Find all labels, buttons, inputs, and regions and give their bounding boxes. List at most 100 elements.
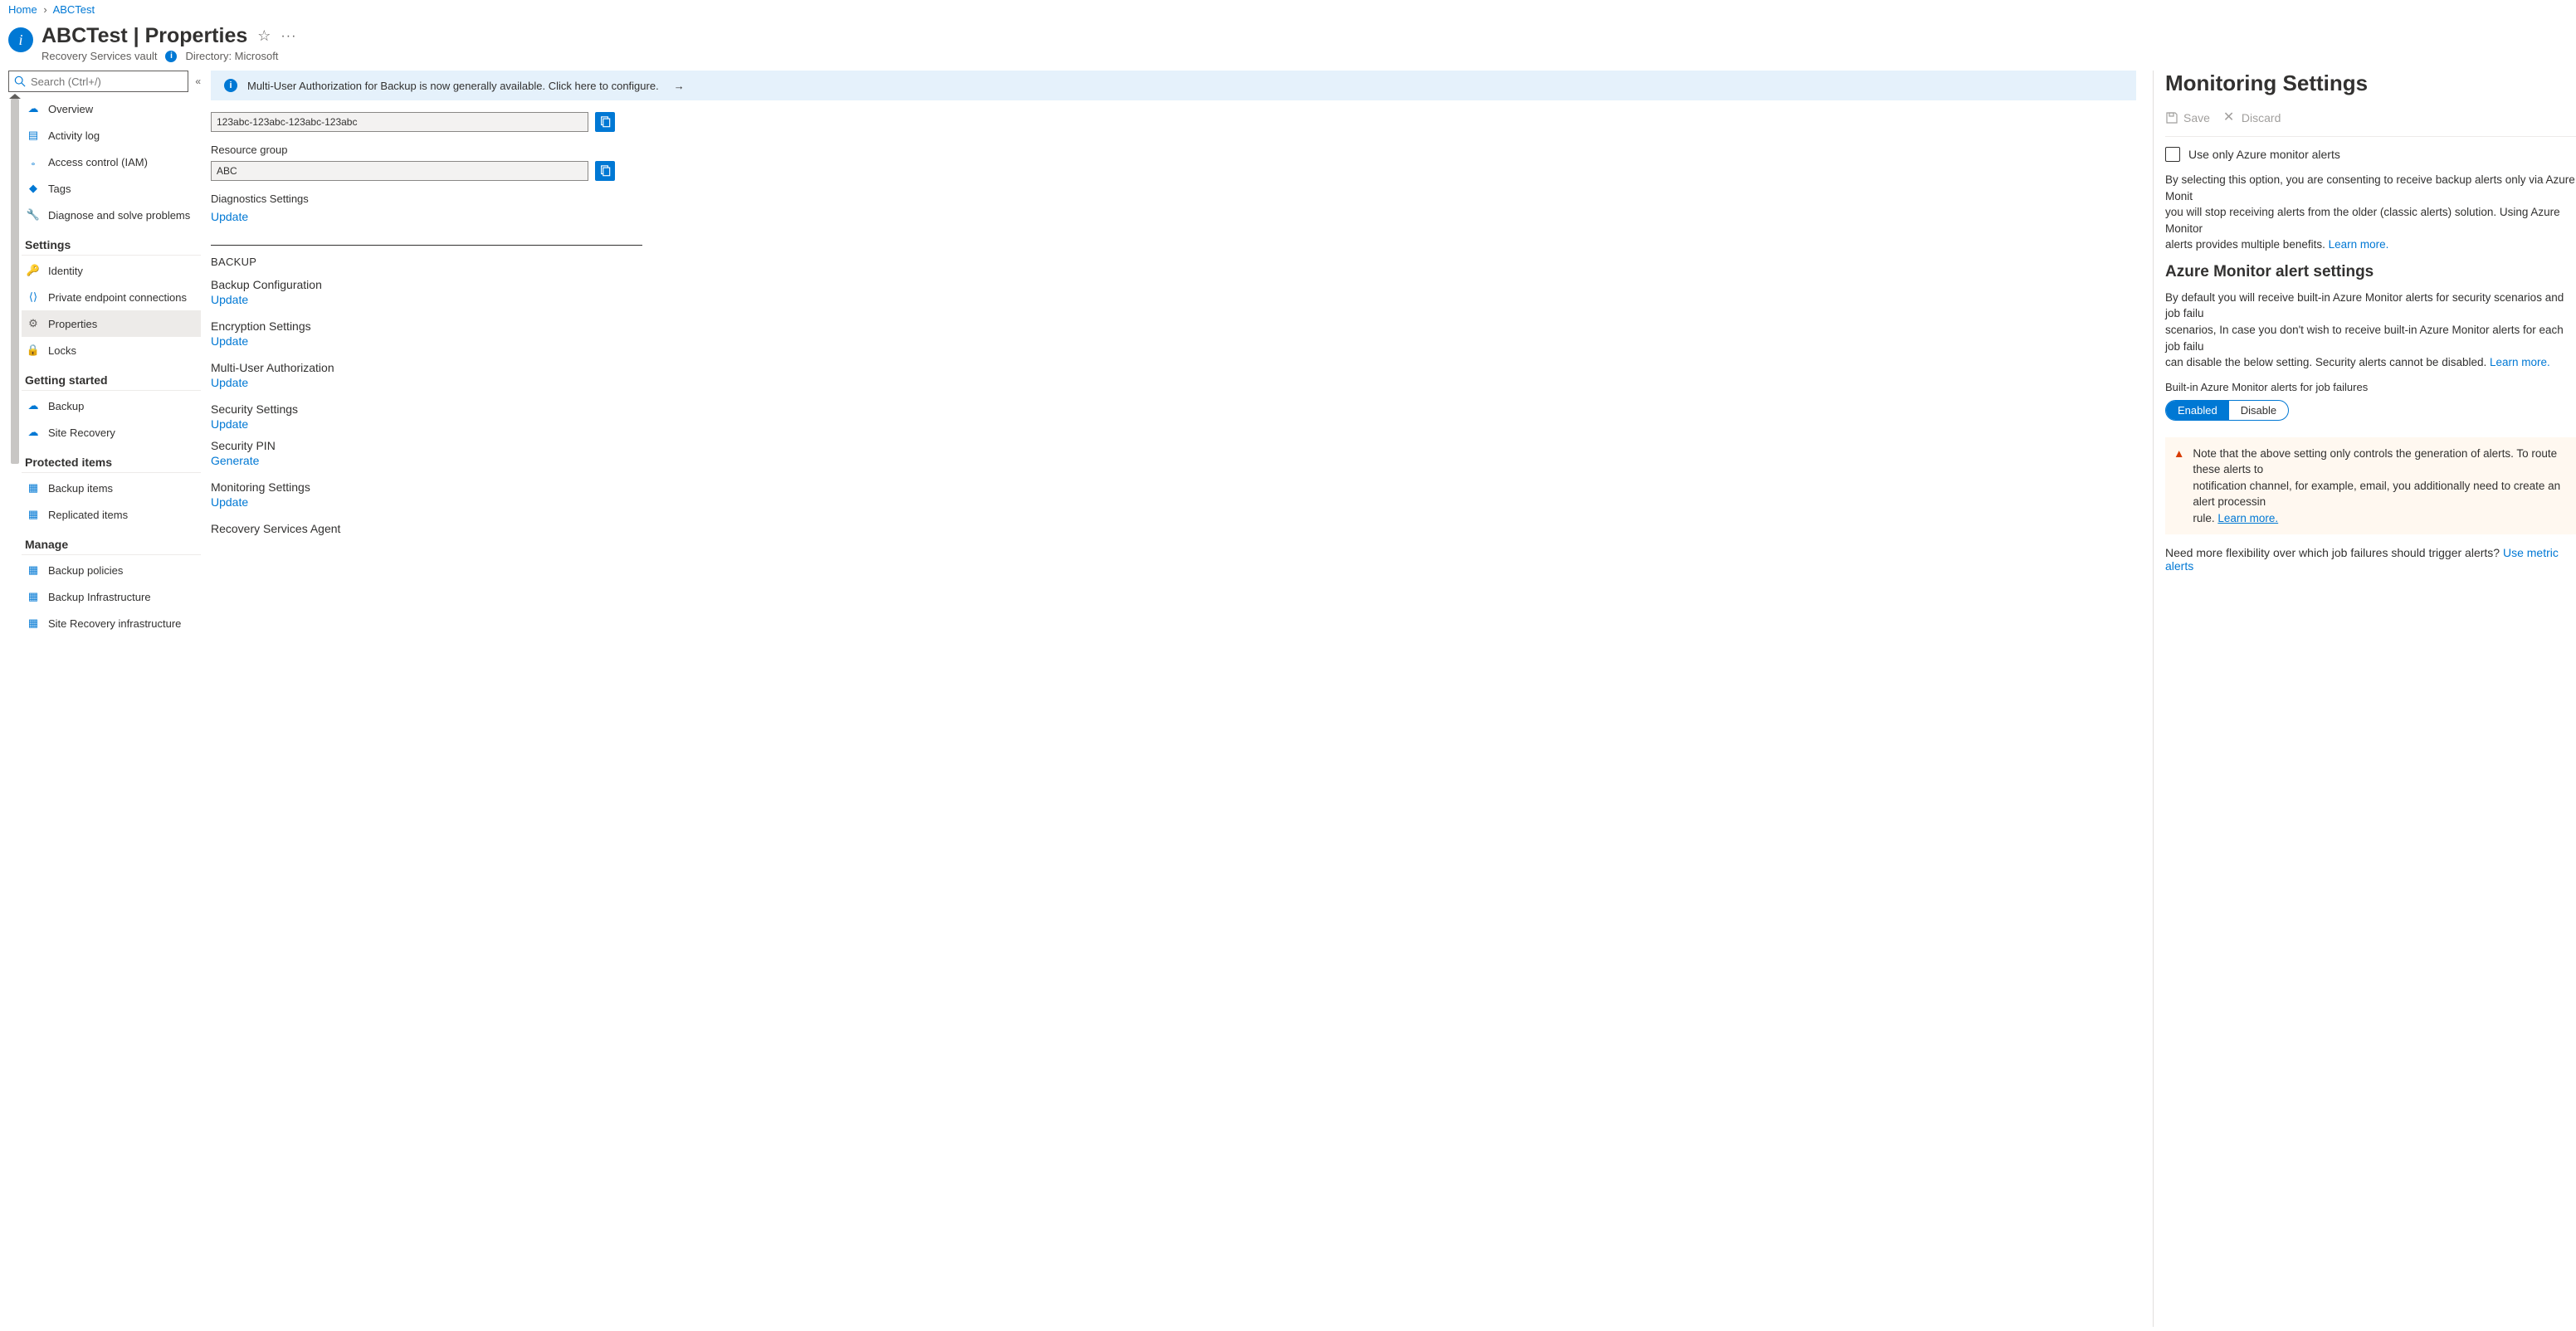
nav-replicated-items[interactable]: ▦ Replicated items — [22, 501, 201, 528]
panel-subheading: Azure Monitor alert settings — [2165, 263, 2576, 281]
nav-label: Backup — [48, 400, 84, 412]
panel-paragraph: By selecting this option, you are consen… — [2165, 172, 2576, 253]
info-banner[interactable]: i Multi-User Authorization for Backup is… — [211, 71, 2136, 100]
grid-icon: ▦ — [27, 508, 40, 521]
nav-label: Backup items — [48, 482, 113, 495]
nav-access-control[interactable]: ૰ Access control (IAM) — [22, 149, 201, 175]
content-pane: i Multi-User Authorization for Backup is… — [207, 71, 2153, 1327]
section-protected-items: Protected items — [22, 446, 201, 473]
prop-name: Recovery Services Agent — [211, 522, 2136, 535]
resource-type-label: Recovery Services vault — [41, 50, 157, 62]
info-icon: i — [224, 79, 237, 92]
metric-alerts-hint: Need more flexibility over which job fai… — [2165, 546, 2576, 573]
collapse-sidebar-icon[interactable]: « — [195, 76, 201, 87]
lock-icon: 🔒 — [27, 344, 40, 357]
vault-info-icon: i — [8, 27, 33, 52]
warning-note: ▲ Note that the above setting only contr… — [2165, 437, 2576, 535]
nav-diagnose[interactable]: 🔧Diagnose and solve problems — [22, 202, 201, 228]
nav-label: Locks — [48, 344, 76, 357]
prop-encryption: Encryption Settings Update — [211, 319, 2136, 348]
discard-button[interactable]: ✕ Discard — [2223, 111, 2281, 124]
nav-backup[interactable]: ☁Backup — [22, 392, 201, 419]
more-menu-icon[interactable]: ··· — [281, 29, 296, 44]
favorite-star-icon[interactable]: ☆ — [257, 27, 271, 45]
panel-title: Monitoring Settings — [2165, 71, 2576, 96]
sidebar-search[interactable] — [8, 71, 188, 92]
sidebar-scrollbar[interactable] — [8, 95, 22, 636]
prop-action-link[interactable]: Update — [211, 417, 248, 431]
search-input[interactable] — [31, 76, 183, 88]
breadcrumb-current[interactable]: ABCTest — [53, 3, 95, 16]
prop-action-link[interactable]: Update — [211, 334, 248, 348]
nav-label: Access control (IAM) — [48, 156, 148, 168]
section-manage: Manage — [22, 528, 201, 555]
diagnostics-update-link[interactable]: Update — [211, 210, 248, 223]
prop-backup-config: Backup Configuration Update — [211, 278, 2136, 306]
job-failure-alerts-toggle[interactable]: Enabled Disable — [2165, 400, 2289, 421]
people-icon: ૰ — [27, 155, 40, 168]
nav-label: Properties — [48, 318, 97, 330]
nav-properties[interactable]: ⚙Properties — [22, 310, 201, 337]
nav-label: Site Recovery infrastructure — [48, 617, 181, 630]
nav-overview[interactable]: ☁Overview — [22, 95, 201, 122]
grid-icon: ▦ — [27, 481, 40, 495]
prop-action-link[interactable]: Generate — [211, 454, 259, 467]
diagnostics-label: Diagnostics Settings — [211, 193, 2136, 205]
prop-rsa: Recovery Services Agent — [211, 522, 2136, 535]
search-icon — [14, 76, 26, 87]
page-header: i ABCTest | Properties ☆ ··· Recovery Se… — [0, 17, 2576, 71]
prop-security-settings: Security Settings Update — [211, 402, 2136, 431]
use-only-amon-checkbox[interactable] — [2165, 147, 2180, 162]
toggle-disable[interactable]: Disable — [2229, 401, 2288, 420]
nav-label: Private endpoint connections — [48, 291, 187, 304]
nav-label: Backup policies — [48, 564, 123, 577]
resource-id-field[interactable]: 123abc-123abc-123abc-123abc — [211, 112, 588, 132]
prop-action-link[interactable]: Update — [211, 495, 248, 509]
toggle-enabled[interactable]: Enabled — [2166, 401, 2229, 420]
nav-backup-policies[interactable]: ▦Backup policies — [22, 557, 201, 583]
learn-more-link[interactable]: Learn more. — [2217, 512, 2278, 524]
nav-backup-infra[interactable]: ▦ Backup Infrastructure — [22, 583, 201, 610]
prop-action-link[interactable]: Update — [211, 293, 248, 306]
cloud-icon: ☁ — [27, 102, 40, 115]
prop-name: Encryption Settings — [211, 319, 2136, 333]
toggle-label: Built-in Azure Monitor alerts for job fa… — [2165, 381, 2576, 393]
nav-private-endpoint[interactable]: ⟨⟩Private endpoint connections — [22, 284, 201, 310]
copy-button[interactable] — [595, 112, 615, 132]
nav-locks[interactable]: 🔒 Locks — [22, 337, 201, 363]
prop-action-link[interactable]: Update — [211, 376, 248, 389]
save-button[interactable]: Save — [2165, 111, 2210, 124]
nav-label: Identity — [48, 265, 83, 277]
learn-more-link[interactable]: Learn more. — [2329, 238, 2389, 251]
warning-icon: ▲ — [2174, 446, 2184, 527]
copy-icon — [599, 116, 611, 128]
breadcrumb-home[interactable]: Home — [8, 3, 37, 16]
prop-name: Security PIN — [211, 439, 2136, 452]
resource-group-field[interactable]: ABC — [211, 161, 588, 181]
prop-security-pin: Security PIN Generate — [211, 439, 2136, 467]
copy-button[interactable] — [595, 161, 615, 181]
section-settings: Settings — [22, 228, 201, 256]
prop-mua: Multi-User Authorization Update — [211, 361, 2136, 389]
prop-name: Security Settings — [211, 402, 2136, 416]
nav-label: Tags — [48, 183, 71, 195]
grid-icon: ▦ — [27, 590, 40, 603]
nav-label: Backup Infrastructure — [48, 591, 151, 603]
section-getting-started: Getting started — [22, 363, 201, 391]
nav-sr-infra[interactable]: ▦Site Recovery infrastructure — [22, 610, 201, 636]
nav-identity[interactable]: 🔑 Identity — [22, 257, 201, 284]
learn-more-link[interactable]: Learn more. — [2490, 356, 2550, 368]
panel-paragraph: By default you will receive built-in Azu… — [2165, 290, 2576, 371]
nav-site-recovery[interactable]: ☁Site Recovery — [22, 419, 201, 446]
nav-label: Diagnose and solve problems — [48, 209, 190, 222]
info-icon[interactable]: i — [165, 51, 177, 62]
nav-label: Replicated items — [48, 509, 128, 521]
nav-label: Site Recovery — [48, 427, 115, 439]
tag-icon: ◆ — [27, 182, 40, 195]
nav-tags[interactable]: ◆ Tags — [22, 175, 201, 202]
nav-backup-items[interactable]: ▦ Backup items — [22, 475, 201, 501]
discard-label: Discard — [2242, 111, 2281, 124]
key-icon: 🔑 — [27, 264, 40, 277]
checkbox-label: Use only Azure monitor alerts — [2188, 148, 2340, 161]
nav-activity-log[interactable]: ▤Activity log — [22, 122, 201, 149]
